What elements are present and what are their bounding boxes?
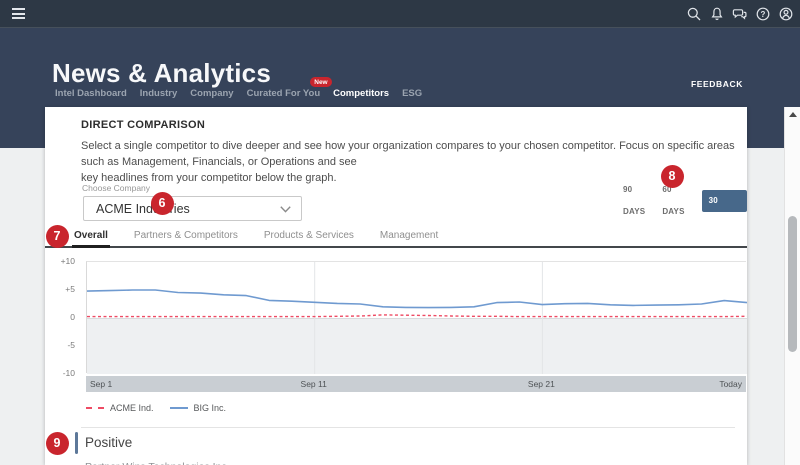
page-title: News & Analytics: [52, 58, 271, 89]
x-tick: Sep 21: [511, 379, 571, 389]
truncated-headline[interactable]: Partner Wins Technologies Inc: [85, 461, 227, 465]
y-tick: +10: [45, 256, 75, 266]
y-tick: 0: [45, 312, 75, 322]
range-button-90-days[interactable]: 90 DAYS: [623, 179, 654, 223]
annotation-badge-6: 6: [151, 192, 174, 215]
tab-company[interactable]: Company: [190, 88, 233, 105]
legend-label: BIG Inc.: [194, 403, 227, 413]
chat-icon[interactable]: [732, 6, 748, 22]
comparison-subtabs: Overall Partners & Competitors Products & …: [45, 230, 747, 248]
series-acme-ind: [87, 315, 747, 317]
section-divider: [81, 427, 735, 428]
tab-industry[interactable]: Industry: [140, 88, 177, 105]
range-buttons: 90 DAYS60 DAYS30 DAYS: [623, 190, 747, 212]
description-line: Select a single competitor to dive deepe…: [81, 140, 735, 168]
subtab-products-services[interactable]: Products & Services: [262, 230, 356, 246]
chevron-down-icon: [280, 206, 291, 213]
scrollbar-up-arrow[interactable]: [789, 112, 797, 117]
range-button-30-days[interactable]: 30 DAYS: [702, 190, 747, 212]
topbar: ?: [0, 0, 800, 28]
tab-competitors[interactable]: Competitors: [333, 88, 389, 105]
y-tick: +5: [45, 284, 75, 294]
annotation-badge-8: 8: [661, 165, 684, 188]
annotation-badge-9: 9: [46, 432, 69, 455]
new-badge: New: [310, 77, 332, 87]
page: ? News & Analytics FEEDBACK Intel Dashbo…: [0, 0, 800, 465]
chart-x-axis: Sep 1 Sep 11 Sep 21 Today: [86, 376, 746, 392]
annotation-badge-7: 7: [46, 225, 69, 248]
positive-section-bar: [75, 432, 78, 454]
profile-icon[interactable]: [778, 6, 794, 22]
legend-item-acme-ind: ACME Ind.: [86, 403, 154, 413]
subtab-partners-competitors[interactable]: Partners & Competitors: [132, 230, 240, 246]
tab-intel-dashboard[interactable]: Intel Dashboard: [55, 88, 127, 105]
x-tick: Today: [719, 379, 742, 389]
tab-esg[interactable]: ESG: [402, 88, 422, 105]
comparison-chart: [86, 261, 746, 373]
chart-y-axis: +10+50-5-10: [45, 261, 75, 373]
svg-text:?: ?: [761, 10, 766, 19]
section-title: DIRECT COMPARISON: [81, 119, 205, 131]
legend-swatch: [170, 407, 188, 409]
chart-lines: [87, 262, 747, 374]
y-tick: -10: [45, 368, 75, 378]
feedback-button[interactable]: FEEDBACK: [691, 79, 743, 89]
x-tick: Sep 1: [90, 379, 112, 389]
help-icon[interactable]: ?: [755, 6, 771, 22]
direct-comparison-card: DIRECT COMPARISON Select a single compet…: [45, 107, 747, 465]
series-big-inc: [87, 290, 747, 308]
bell-icon[interactable]: [709, 6, 725, 22]
legend-label: ACME Ind.: [110, 403, 154, 413]
x-tick: Sep 11: [284, 379, 344, 389]
chart-legend: ACME Ind. BIG Inc.: [86, 403, 226, 413]
search-icon[interactable]: [686, 6, 702, 22]
choose-company-label: Choose Company: [82, 183, 150, 193]
legend-swatch: [86, 407, 104, 409]
scrollbar[interactable]: [784, 107, 800, 465]
subtab-overall[interactable]: Overall: [72, 230, 110, 246]
y-tick: -5: [45, 340, 75, 350]
topbar-icons: ?: [686, 0, 794, 28]
scrollbar-thumb[interactable]: [788, 216, 797, 352]
company-select[interactable]: ACME Industries: [83, 196, 302, 221]
legend-item-big-inc: BIG Inc.: [170, 403, 227, 413]
tab-curated-for-you[interactable]: Curated For YouNew: [247, 88, 321, 105]
positive-section-title: Positive: [85, 435, 132, 450]
hero-tabs: Intel Dashboard Industry Company Curated Fo…: [55, 88, 422, 105]
subtab-management[interactable]: Management: [378, 230, 440, 246]
menu-icon[interactable]: [12, 8, 25, 22]
company-select-value: ACME Industries: [96, 197, 190, 221]
